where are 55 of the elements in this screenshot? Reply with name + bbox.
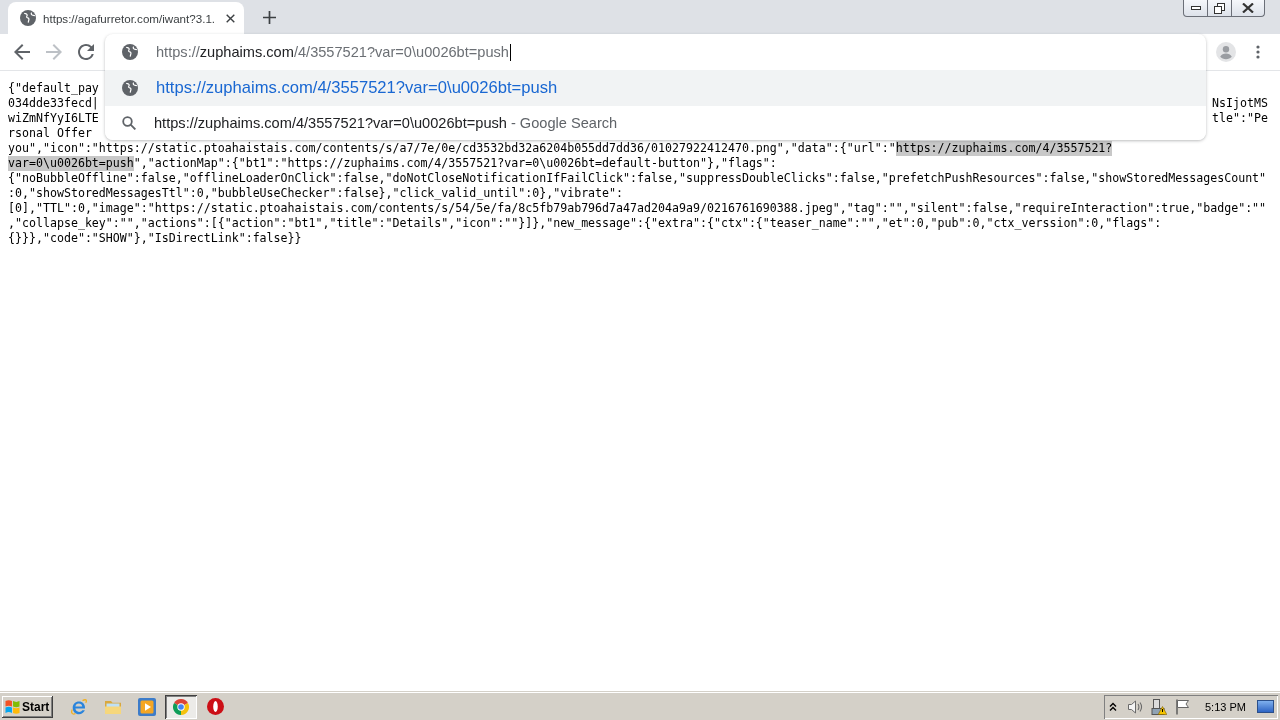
folder-icon xyxy=(104,698,122,715)
text-caret-icon xyxy=(509,43,511,61)
restore-icon xyxy=(1214,2,1225,14)
action-center-button[interactable] xyxy=(1175,698,1190,715)
close-icon xyxy=(225,13,235,23)
show-desktop-button[interactable] xyxy=(1257,700,1274,713)
json-text: :0,"showStoredMessagesTtl":0,"bubbleUseChecker":false},"click_valid_until":0},"vibrate": xyxy=(8,186,624,201)
network-warning-icon xyxy=(1151,698,1167,715)
volume-button[interactable] xyxy=(1127,698,1143,715)
forward-arrow-icon xyxy=(46,44,62,60)
back-arrow-icon xyxy=(14,44,30,60)
browser-tab[interactable]: https://agafurretor.com/iwant?3.1. xyxy=(8,2,245,34)
json-text: [0],"TTL":0,"image":"https://static.ptoahaistais.com/contents/s/54/5e/fa/8c5fb79ab796d7a47ad204a9a9/0216761690388.jpeg","tag":"","silent":false,"requireInteraction":true,"badge":"" xyxy=(8,201,1267,216)
network-button[interactable] xyxy=(1151,698,1167,715)
minimize-icon xyxy=(1190,6,1201,10)
play-icon xyxy=(138,697,156,716)
plus-icon xyxy=(262,10,276,24)
clock-time: 5:13 PM xyxy=(1205,700,1246,713)
globe-icon xyxy=(122,80,138,96)
globe-icon xyxy=(20,10,36,26)
person-avatar-icon xyxy=(1216,42,1236,62)
address-field[interactable]: https://zuphaims.com/4/3557521?var=0\u0026bt=push xyxy=(156,39,1206,65)
json-text: tle":"Pe xyxy=(1212,111,1268,126)
menu-icon xyxy=(1256,45,1260,59)
show-hidden-icons-button[interactable] xyxy=(1109,702,1117,711)
json-text: NsIjotMS xyxy=(1212,96,1268,111)
json-text: {"noBubbleOffline":false,"offlineLoaderOnClick":false,"doNotCloseNotificationIfFailClick":false,"suppressDoubleClicks":false,"prefetchPushResources":false,"showStoredMessagesCount" xyxy=(8,171,1267,186)
taskbar-button[interactable] xyxy=(165,694,197,719)
json-text: wiZmNfYyI6LTE xyxy=(8,111,99,126)
double-chevron-up-icon xyxy=(1109,702,1117,711)
reload-icon xyxy=(78,44,94,60)
json-text: 034dde33fecd| xyxy=(8,96,99,111)
close-icon xyxy=(1242,3,1254,13)
o-logo-icon xyxy=(206,698,224,715)
speaker-icon xyxy=(1127,698,1143,715)
search-icon xyxy=(122,116,136,130)
start-button[interactable]: Start xyxy=(2,695,53,718)
json-text: you","icon":"https://static.ptoahaistais.com/contents/s/a7/7e/0e/cd3532bd32a6204b055dd7dd36/01027922412470.png","data":{"url":" xyxy=(8,141,896,156)
globe-icon xyxy=(122,44,138,60)
selected-text: https://zuphaims.com/4/3557521? xyxy=(895,141,1113,156)
restore-button[interactable] xyxy=(1207,0,1232,17)
selected-text: var=0\u0026bt=push xyxy=(8,156,134,171)
close-button[interactable] xyxy=(1231,0,1265,17)
tricolor-circle-icon xyxy=(173,698,189,715)
minimize-button[interactable] xyxy=(1183,0,1208,17)
json-text: ","actionMap":{"bt1":"https://zuphaims.com/4/3557521?var=0\u0026bt=default-button"},"flags": xyxy=(133,156,777,171)
flag-logo-icon xyxy=(5,699,20,714)
json-text: rsonal Offer xyxy=(8,126,92,141)
flag-icon xyxy=(1175,698,1190,715)
suggestion-item[interactable]: https://zuphaims.com/4/3557521?var=0\u0026bt=push xyxy=(105,70,1206,106)
json-text: {}}},"code":"SHOW"},"IsDirectLink":false}} xyxy=(8,231,302,246)
suggestion-item[interactable]: https://zuphaims.com/4/3557521?var=0\u0026bt=push - Google Search xyxy=(105,106,1206,140)
json-text: ,"collapse_key":"","actions":[{"action":"bt1","title":"Details","icon":""}]},"new_message":{"extra":{"ctx":{"teaser_name":"","et":0,"pub":0,"ctx_verssion":0,"flags": xyxy=(8,216,1162,231)
json-text: {"default_pay xyxy=(8,81,99,96)
browser-e-icon xyxy=(70,697,88,716)
